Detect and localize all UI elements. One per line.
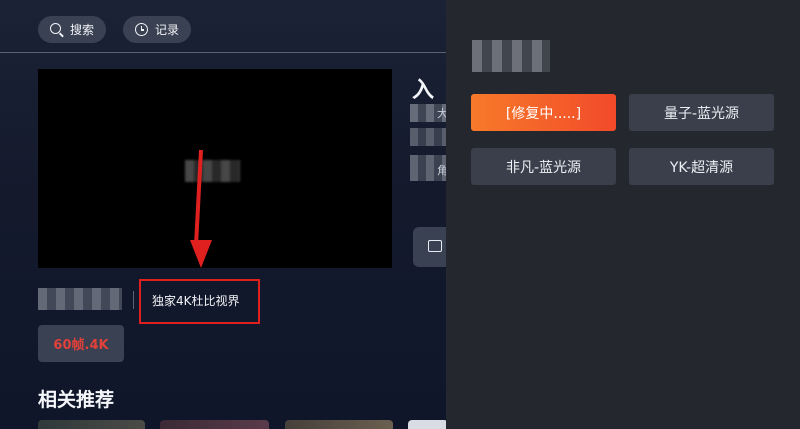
quality-badge[interactable]: 60帧.4K [38,325,124,362]
history-button[interactable]: 记录 [123,16,192,43]
search-button[interactable]: 搜索 [38,16,107,43]
history-label: 记录 [155,23,180,37]
clock-icon [135,22,149,37]
recommend-thumb-4[interactable] [408,420,448,429]
fullscreen-icon [428,240,442,252]
recommend-thumb-2[interactable] [160,420,269,429]
meta-blur-line-2 [410,128,446,146]
name-separator [133,291,134,309]
exclusive-tag: 独家4K杜比视界 [152,294,240,308]
search-icon [50,22,64,37]
header-divider [0,52,446,53]
video-title: 入 [412,78,435,103]
recommend-thumb-1[interactable] [38,420,145,429]
search-label: 搜索 [70,23,95,37]
arrow-annotation-head [190,240,212,268]
source-panel: [修复中.....] 量子-蓝光源 非凡-蓝光源 YK-超清源 [446,0,800,429]
channel-name-blurred [38,288,122,310]
player-blurred-text [185,160,240,182]
source-button-3[interactable]: 非凡-蓝光源 [471,148,616,185]
recommend-thumb-3[interactable] [285,420,393,429]
source-button-4[interactable]: YK-超清源 [629,148,774,185]
source-button-2[interactable]: 量子-蓝光源 [629,94,774,131]
source-button-1[interactable]: [修复中.....] [471,94,616,131]
panel-title-blurred [472,40,550,72]
recommend-title: 相关推荐 [38,389,115,411]
